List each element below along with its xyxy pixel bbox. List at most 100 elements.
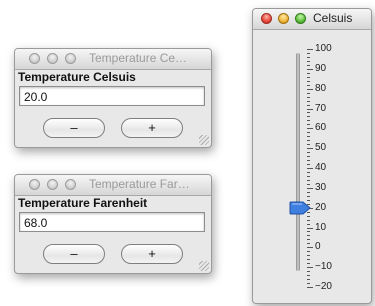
minor-tick <box>307 96 310 98</box>
minor-tick <box>307 144 310 146</box>
major-tick <box>307 128 313 130</box>
minor-tick <box>307 56 310 58</box>
minimize-icon[interactable] <box>47 53 58 64</box>
tick-label: 30 <box>315 181 327 193</box>
minor-tick <box>307 156 310 158</box>
tick-label: 40 <box>315 162 327 173</box>
slider-track[interactable] <box>296 53 300 271</box>
major-tick <box>307 88 313 90</box>
minor-tick <box>307 52 310 54</box>
tick-label: 10 <box>315 221 327 233</box>
fahrenheit-field-window: Temperature Far… Temperature Farenheit 6… <box>14 174 212 274</box>
major-tick <box>307 287 313 288</box>
close-icon[interactable] <box>261 13 272 24</box>
minor-tick <box>307 279 310 281</box>
tick-label: 0 <box>315 241 321 253</box>
minor-tick <box>307 243 310 245</box>
increment-button[interactable]: + <box>121 244 183 264</box>
minor-tick <box>307 116 310 118</box>
tick-label: 60 <box>315 122 327 134</box>
minor-tick <box>307 175 310 177</box>
minor-tick <box>307 84 310 86</box>
increment-button[interactable]: + <box>121 118 183 138</box>
minor-tick <box>307 160 310 162</box>
minor-tick <box>307 215 310 217</box>
tick-label: 20 <box>315 201 327 213</box>
window-title: Temperature Ce… <box>89 51 188 65</box>
minor-tick <box>307 263 310 265</box>
minor-tick <box>307 164 310 166</box>
minimize-icon[interactable] <box>278 13 289 24</box>
major-tick <box>307 108 313 110</box>
minor-tick <box>307 191 310 193</box>
title-bar[interactable]: Temperature Ce… <box>15 49 211 70</box>
minor-tick <box>307 76 310 78</box>
minor-tick <box>307 112 310 114</box>
tick-label: −10 <box>315 261 332 273</box>
resize-grip-icon[interactable] <box>199 261 209 271</box>
minor-tick <box>307 195 310 197</box>
minor-tick <box>307 124 310 126</box>
celsius-field-window: Temperature Ce… Temperature Celsuis 20.0… <box>14 48 212 148</box>
major-tick <box>307 49 313 50</box>
major-tick <box>307 267 313 269</box>
tick-label: 70 <box>315 102 327 114</box>
window-title: Celsuis <box>313 11 353 25</box>
minor-tick <box>307 132 310 134</box>
minor-tick <box>307 219 310 221</box>
minor-tick <box>307 271 310 273</box>
minor-tick <box>307 100 310 102</box>
decrement-button[interactable]: – <box>43 118 105 138</box>
minor-tick <box>307 231 310 233</box>
zoom-icon[interactable] <box>295 13 306 24</box>
title-bar[interactable]: Celsuis <box>253 9 371 30</box>
celsius-label: Temperature Celsuis <box>18 70 136 84</box>
tick-label: 80 <box>315 82 327 94</box>
tick-label: 50 <box>315 142 327 154</box>
tick-label: −20 <box>315 281 332 292</box>
fahrenheit-input[interactable]: 68.0 <box>19 212 205 232</box>
minor-tick <box>307 223 310 225</box>
minor-tick <box>307 239 310 241</box>
celsius-slider-window: Celsuis 100 90 80 70 60 50 40 30 20 10 0 −10 −20 <box>252 8 372 304</box>
minor-tick <box>307 140 310 142</box>
major-tick <box>307 168 313 169</box>
minor-tick <box>307 283 310 285</box>
close-icon[interactable] <box>29 179 40 190</box>
major-tick <box>307 247 313 249</box>
minor-tick <box>307 183 310 185</box>
minor-tick <box>307 179 310 181</box>
slider-thumb[interactable] <box>289 201 311 215</box>
major-tick <box>307 187 313 189</box>
zoom-icon[interactable] <box>65 179 76 190</box>
minor-tick <box>307 255 310 257</box>
tick-label: 90 <box>315 62 327 74</box>
minor-tick <box>307 152 310 154</box>
minor-tick <box>307 92 310 94</box>
minor-tick <box>307 136 310 138</box>
minor-tick <box>307 104 310 106</box>
fahrenheit-label: Temperature Farenheit <box>18 196 148 210</box>
major-tick <box>307 148 313 150</box>
minor-tick <box>307 120 310 122</box>
minor-tick <box>307 259 310 261</box>
minor-tick <box>307 72 310 74</box>
tick-label: 100 <box>315 43 332 54</box>
minor-tick <box>307 275 310 277</box>
minor-tick <box>307 251 310 253</box>
zoom-icon[interactable] <box>65 53 76 64</box>
minor-tick <box>307 60 310 62</box>
minor-tick <box>307 171 310 173</box>
decrement-button[interactable]: – <box>43 244 105 264</box>
minor-tick <box>307 235 310 237</box>
major-tick <box>307 68 313 70</box>
major-tick <box>307 227 313 229</box>
title-bar[interactable]: Temperature Far… <box>15 175 211 196</box>
resize-grip-icon[interactable] <box>199 135 209 145</box>
celsius-input[interactable]: 20.0 <box>19 86 205 106</box>
minimize-icon[interactable] <box>47 179 58 190</box>
minor-tick <box>307 80 310 82</box>
window-title: Temperature Far… <box>89 177 190 191</box>
close-icon[interactable] <box>29 53 40 64</box>
minor-tick <box>307 64 310 66</box>
